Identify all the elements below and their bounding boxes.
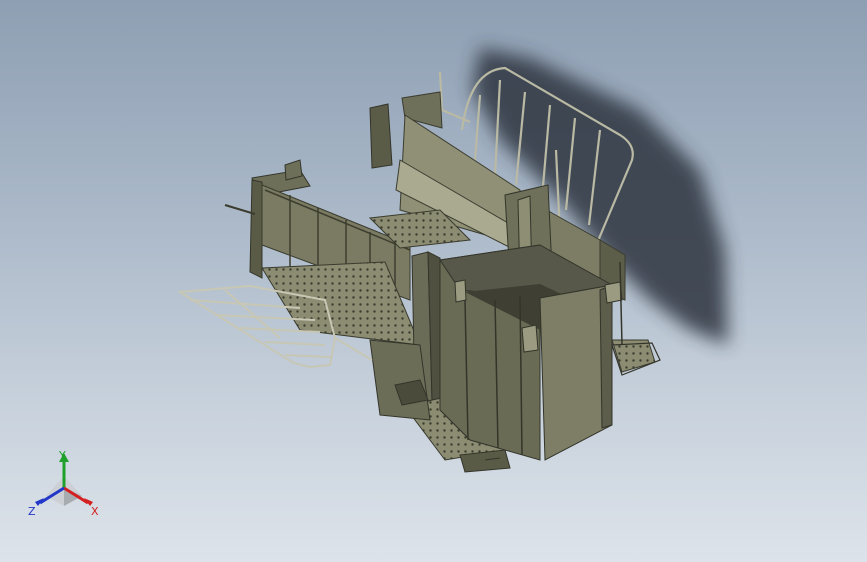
graphics-viewport[interactable]: Y X Z bbox=[0, 0, 867, 562]
x-axis-label: X bbox=[91, 505, 99, 518]
3d-model-canvas[interactable] bbox=[0, 0, 867, 562]
z-axis-label: Z bbox=[28, 505, 36, 518]
y-axis-label: Y bbox=[59, 449, 66, 462]
coordinate-triad: Y X Z bbox=[24, 448, 104, 528]
front-enclosure bbox=[439, 244, 623, 461]
